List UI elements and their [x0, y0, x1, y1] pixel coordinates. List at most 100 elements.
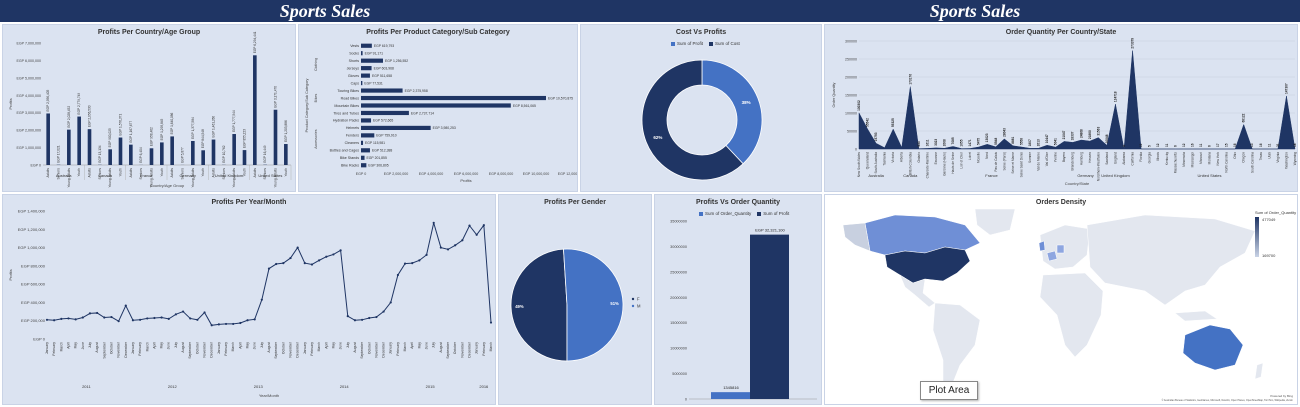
y-tick-label: EGP 7,000,000 [16, 42, 41, 46]
x-tick-label: January [217, 342, 221, 354]
y-tick-label: 150000 [845, 94, 857, 98]
x-tick-label: December [124, 341, 128, 358]
x-tick-label: December [382, 341, 386, 358]
data-point [81, 316, 84, 319]
data-point [289, 256, 292, 260]
chart-cost-profit-svg: 38% 62% [641, 59, 763, 181]
data-label: EGP 115,981 [365, 141, 385, 145]
data-point [396, 273, 400, 277]
x-tick-label: Saarland [1105, 152, 1109, 165]
data-point [282, 262, 285, 265]
data-point [339, 249, 342, 252]
data-label: 16 [1233, 143, 1237, 147]
x-tick-label: Wyoming [1293, 152, 1297, 165]
y-tick-label: EGP 200,000 [21, 318, 46, 323]
area-series [858, 50, 1296, 150]
bar [284, 144, 288, 165]
chart-country-age[interactable]: Profits Per Country/Age Group EGP 0 EGP 1… [2, 24, 296, 192]
data-label: EGP 512,388 [372, 149, 392, 153]
x-tick-label: Montana [1208, 152, 1212, 165]
chart-order-quantity[interactable]: Order Quantity Per Country/State 0 50000 1… [824, 24, 1298, 192]
y-tick-label: 50000 [847, 130, 857, 134]
data-point [103, 316, 106, 319]
data-label: 5558 [1019, 138, 1023, 145]
chart-year-month[interactable]: Profits Per Year/Month EGP 0 EGP 200,000 E… [2, 194, 496, 405]
data-label: 18337 [1071, 131, 1075, 140]
bar [711, 392, 750, 399]
data-point [267, 267, 271, 270]
group-label: United Kingdom [1101, 173, 1130, 178]
chart-gender[interactable]: Profits Per Gender 49% 51% F M [498, 194, 652, 405]
data-label: 4 [1122, 145, 1126, 147]
data-point [74, 318, 77, 321]
bar [191, 140, 195, 165]
data-label: 11 [1165, 143, 1169, 147]
x-tick-label: EGP 4,000,000 [419, 172, 444, 176]
data-label: EGP 2,779,749 [77, 93, 81, 115]
chart-profit-quantity[interactable]: Profits Vs Order Quantity Sum of Order_Q… [654, 194, 822, 405]
y-tick-label: 25000000 [670, 270, 687, 274]
data-label: EGP 16,449 [263, 145, 267, 163]
x-tick-label: Loiret [968, 152, 972, 160]
x-tick-label: June [425, 342, 429, 349]
bar [129, 144, 133, 165]
data-label: EGP 6,294,441 [253, 31, 257, 53]
data-point [296, 246, 299, 249]
x-tick-label: Kentucky [1165, 152, 1169, 166]
data-point [88, 312, 92, 315]
y-tick-label: Touring Bikes [337, 89, 359, 93]
data-label: EGP 2,737,714 [411, 111, 434, 115]
bar [361, 140, 364, 145]
plot-area-tooltip: Plot Area [920, 381, 978, 400]
data-point [325, 255, 328, 258]
x-axis-label: Profits [460, 178, 471, 183]
data-label: EGP 855,223 [243, 129, 247, 148]
y-tick-label: 35000000 [670, 220, 687, 224]
data-label: 11 [1267, 143, 1271, 147]
y-tick-label: EGP 6,000,000 [16, 59, 41, 63]
x-tick-label: Brandenburg [1071, 152, 1075, 171]
map-country-germany[interactable] [1056, 244, 1065, 254]
bar [361, 163, 367, 168]
y-tick-label: EGP 2,000,000 [16, 129, 41, 133]
data-point [196, 318, 199, 321]
y-tick-label: Road Bikes [341, 96, 360, 100]
y-tick-label: Bike Stands [340, 156, 359, 160]
y-tick-label: EGP 0 [33, 337, 45, 342]
map-country-united-kingdom[interactable] [1038, 240, 1046, 252]
x-tick-label: September [102, 341, 106, 358]
y-tick-label: Vests [350, 44, 359, 48]
data-point [189, 317, 192, 320]
chart-cost-profit[interactable]: Cost Vs Profits Sum of Profit Sum of Cos… [580, 24, 822, 192]
bar [361, 110, 409, 116]
data-label: 3023 [934, 139, 938, 146]
x-tick-label: August [267, 342, 271, 353]
group-label: United States [258, 173, 282, 178]
data-label: EGP 3,980,253 [433, 126, 456, 130]
x-tick-label: August [439, 342, 443, 353]
map-country-france[interactable] [1046, 250, 1058, 262]
x-tick-label: January [303, 342, 307, 354]
legend-swatch [631, 304, 635, 308]
map-orders-density[interactable]: Orders Density Sum of Order_Quantity 477… [824, 194, 1298, 405]
bar [361, 95, 546, 101]
x-tick-label: February [138, 342, 142, 356]
x-tick-label: June [81, 342, 85, 349]
data-label: 1055 [960, 139, 964, 146]
data-point [425, 253, 428, 256]
y-tick-label: Bike Racks [341, 164, 359, 168]
data-label: 15793 [874, 132, 878, 141]
x-tick-label: Mississippi [1190, 152, 1194, 168]
data-label: 10447 [1045, 134, 1049, 143]
bar [361, 58, 383, 63]
dashboard-title-left: Sports Sales [279, 0, 371, 21]
y-tick-label: 15000000 [670, 321, 687, 325]
x-tick-label: August [353, 342, 357, 353]
data-point [203, 311, 206, 314]
x-tick-label: Oregon [1242, 152, 1246, 163]
bar [361, 51, 363, 56]
x-tick-label: Adults [253, 168, 257, 178]
data-label: 16 [1259, 143, 1263, 147]
data-point [131, 319, 135, 322]
chart-category[interactable]: Profits Per Product Category/Sub Categor… [298, 24, 578, 192]
